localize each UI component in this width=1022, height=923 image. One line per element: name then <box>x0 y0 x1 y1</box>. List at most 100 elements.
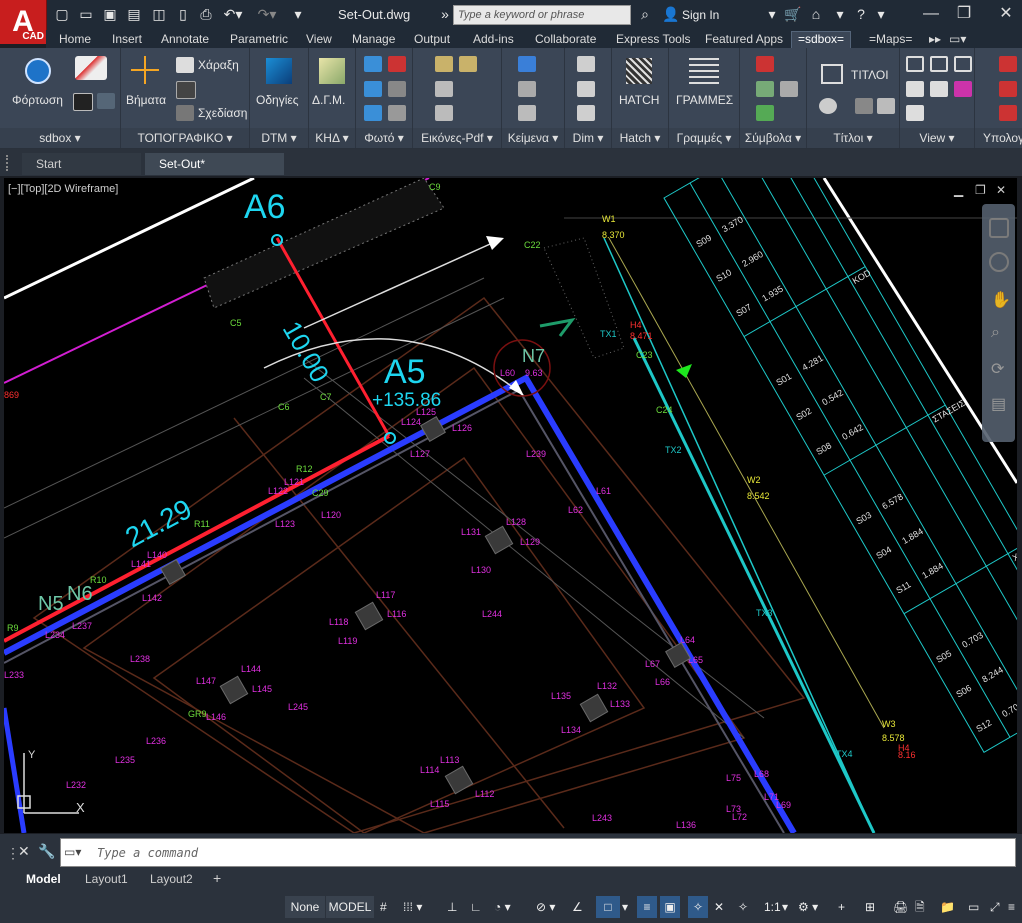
view-3-icon[interactable] <box>954 56 972 72</box>
grid-icon[interactable] <box>97 93 115 109</box>
tab-home[interactable]: Home <box>59 32 91 46</box>
hatch-button[interactable]: HATCH <box>619 93 659 107</box>
text-edit-icon[interactable] <box>518 81 536 97</box>
help-dropdown-icon[interactable]: ▾ <box>873 6 889 22</box>
symbol-2-icon[interactable] <box>756 81 774 97</box>
restore-icon[interactable]: ❐ <box>951 4 977 24</box>
autoscale-icon[interactable]: ✕ <box>714 896 724 918</box>
snap-icon[interactable]: ⁞⁞⁞ ▾ <box>403 896 422 918</box>
units-icon[interactable]: ⊞ <box>865 896 875 918</box>
add-layout-icon[interactable]: + <box>213 870 221 886</box>
tab-featured-apps[interactable]: Featured Apps <box>705 32 783 46</box>
web-save-icon[interactable]: ◫ <box>151 6 167 22</box>
view-2-icon[interactable] <box>930 56 948 72</box>
view-7-icon[interactable] <box>906 105 924 121</box>
ribbon-minimize-icon[interactable]: ▭▾ <box>949 32 966 46</box>
calc-icon[interactable] <box>999 56 1017 72</box>
viewport-restore-icon[interactable]: ❐ <box>975 183 986 197</box>
panel-title-hatch[interactable]: Hatch ▾ <box>612 128 668 148</box>
view-6-icon[interactable] <box>954 81 972 97</box>
save-as-icon[interactable]: ▤ <box>126 6 142 22</box>
doc-tab-start[interactable]: Start <box>22 153 141 175</box>
qat-dropdown-icon[interactable]: ▾ <box>290 6 306 22</box>
panel-title-text[interactable]: Κείμενα ▾ <box>502 128 564 148</box>
signin-dropdown-icon[interactable]: ▾ <box>764 6 780 22</box>
showmotion-icon[interactable]: ▤ <box>991 394 1006 414</box>
panel-title-calc[interactable]: Υπολογ <box>975 128 1022 148</box>
map-icon[interactable] <box>319 58 345 84</box>
image-2-icon[interactable] <box>459 56 477 72</box>
isodraft-icon[interactable]: ⊘ ▾ <box>536 896 555 918</box>
steps-icon[interactable] <box>131 56 159 84</box>
tab-overflow-icon[interactable]: ▸▸ <box>929 32 941 46</box>
photo-tool-icon[interactable] <box>388 105 406 121</box>
tab-annotate[interactable]: Annotate <box>161 32 209 46</box>
doc-tab-setout[interactable]: Set-Out* <box>145 153 284 175</box>
ortho-icon[interactable]: ∟ <box>470 896 482 918</box>
close-icon[interactable]: ✕ <box>993 4 1019 24</box>
tab-parametric[interactable]: Parametric <box>230 32 288 46</box>
osnap-dropdown-icon[interactable]: ▾ <box>622 896 628 918</box>
steering-wheel-icon[interactable] <box>989 218 1009 238</box>
search-icon[interactable]: ⌕ <box>637 6 653 22</box>
titles-tool-icon[interactable] <box>855 98 873 114</box>
pan-icon[interactable]: ✋ <box>991 290 1011 310</box>
camera-icon[interactable] <box>364 56 382 72</box>
view-5-icon[interactable] <box>930 81 948 97</box>
lineweight-icon[interactable]: ≡ <box>637 896 657 918</box>
clean-screen-icon[interactable]: ⤢ <box>990 896 1000 918</box>
annotation-visibility-icon[interactable]: ✧ <box>688 896 708 918</box>
a360-icon[interactable]: ⌂ <box>808 6 824 22</box>
coord-none-button[interactable]: None <box>285 896 325 918</box>
viewport-minimize-icon[interactable]: ▁ <box>954 183 963 197</box>
panel-title-pdf[interactable]: Εικόνες-Pdf ▾ <box>413 128 501 148</box>
text-list-icon[interactable] <box>518 105 536 121</box>
camera-2-icon[interactable] <box>364 81 382 97</box>
osnap-icon[interactable]: □ <box>596 896 620 918</box>
undo-icon[interactable]: ↶▾ <box>222 6 244 22</box>
search-expand-icon[interactable]: » <box>437 6 453 22</box>
view-1-icon[interactable] <box>906 56 924 72</box>
stakeout-icon[interactable] <box>176 57 194 73</box>
polar-icon[interactable]: ◔ ▾ <box>494 896 511 918</box>
lock-ui-icon[interactable]: 🗎 <box>915 896 925 918</box>
titles-tool-2-icon[interactable] <box>877 98 895 114</box>
customize-status-icon[interactable]: ≡ <box>1008 896 1015 918</box>
tab-addins[interactable]: Add-ins <box>473 32 514 46</box>
publish-icon[interactable]: ▯ <box>175 6 191 22</box>
lines-icon[interactable] <box>689 58 719 84</box>
annotation-scale-icon[interactable]: ✧ <box>738 896 748 918</box>
guide-icon[interactable] <box>266 58 292 84</box>
small-tool-icon[interactable] <box>176 81 196 99</box>
panel-title-khd[interactable]: ΚΗΔ ▾ <box>309 128 355 148</box>
quick-properties-icon[interactable]: 🖨 <box>893 896 908 918</box>
lines-button[interactable]: ΓΡΑΜΜΕΣ <box>676 93 733 107</box>
grid-icon[interactable]: # <box>380 896 387 918</box>
panel-title-titles[interactable]: Τίτλοι ▾ <box>807 128 899 148</box>
panel-title-dtm[interactable]: DTM ▾ <box>250 128 308 148</box>
calc-2-icon[interactable] <box>999 81 1017 97</box>
photo-red-icon[interactable] <box>388 56 406 72</box>
tab-express-tools[interactable]: Express Tools <box>616 32 690 46</box>
draw-button[interactable]: Σχεδίαση <box>198 106 247 120</box>
panel-title-topo[interactable]: ΤΟΠΟΓΡΑΦΙΚΟ ▾ <box>121 128 249 148</box>
camera-3-icon[interactable] <box>364 105 382 121</box>
command-close-icon[interactable]: ✕ <box>18 843 30 860</box>
pdf-2-icon[interactable] <box>435 105 453 121</box>
stakeout-button[interactable]: Χάραξη <box>198 58 239 72</box>
tab-model[interactable]: Model <box>26 872 61 886</box>
panel-title-lines[interactable]: Γραμμές ▾ <box>669 128 739 148</box>
tab-insert[interactable]: Insert <box>112 32 142 46</box>
viewport-close-icon[interactable]: ✕ <box>996 183 1006 197</box>
tab-collaborate[interactable]: Collaborate <box>535 32 596 46</box>
guide-button[interactable]: Οδηγίες <box>256 93 299 107</box>
transparency-icon[interactable]: ▣ <box>660 896 680 918</box>
annotation-scale-value[interactable]: 1:1 <box>764 896 781 918</box>
otrack-icon[interactable]: ∠ <box>572 896 583 918</box>
tab-layout2[interactable]: Layout2 <box>150 872 193 886</box>
symbol-icon[interactable] <box>756 56 774 72</box>
calc-3-icon[interactable] <box>999 105 1017 121</box>
tab-maps[interactable]: =Maps= <box>869 32 912 46</box>
text-style-icon[interactable] <box>518 56 536 72</box>
pdf-icon[interactable] <box>435 81 453 97</box>
